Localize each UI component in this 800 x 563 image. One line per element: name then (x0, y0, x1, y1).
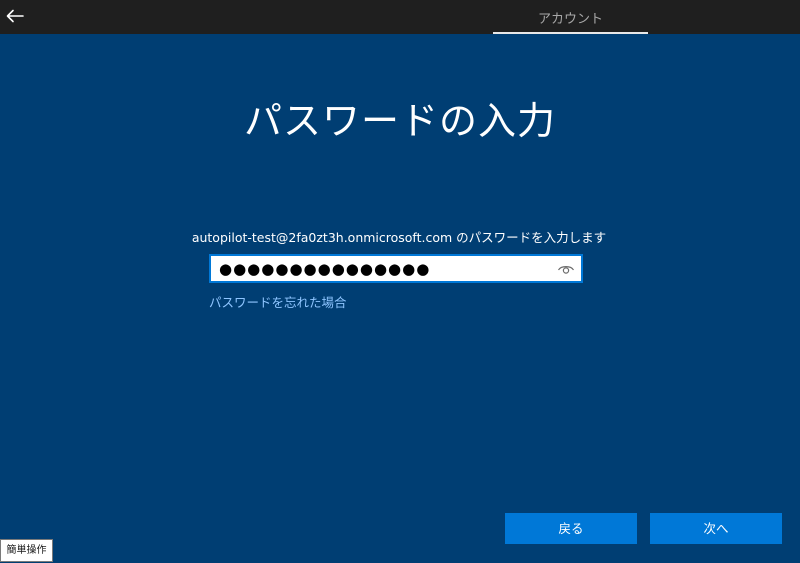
password-input[interactable]: ●●●●●●●●●●●●●●● (209, 254, 583, 283)
oobe-screen: アカウント パスワードの入力 autopilot-test@2fa0zt3h.o… (0, 0, 800, 563)
tab-account: アカウント (493, 0, 648, 34)
tab-active-underline (493, 32, 648, 34)
password-masked-value: ●●●●●●●●●●●●●●● (219, 260, 431, 278)
eye-icon[interactable] (557, 261, 575, 277)
next-button[interactable]: 次へ (650, 513, 782, 544)
password-instruction: autopilot-test@2fa0zt3h.onmicrosoft.com … (191, 230, 607, 245)
back-button[interactable]: 戻る (505, 513, 637, 544)
page-title: パスワードの入力 (243, 99, 556, 143)
arrow-left-icon (6, 9, 24, 23)
back-arrow-button[interactable] (2, 3, 28, 29)
forgot-password-link[interactable]: パスワードを忘れた場合 (209, 292, 347, 311)
top-bar: アカウント (0, 0, 800, 34)
tab-account-label: アカウント (537, 12, 603, 27)
ease-of-access-button[interactable]: 簡単操作 (0, 539, 53, 562)
